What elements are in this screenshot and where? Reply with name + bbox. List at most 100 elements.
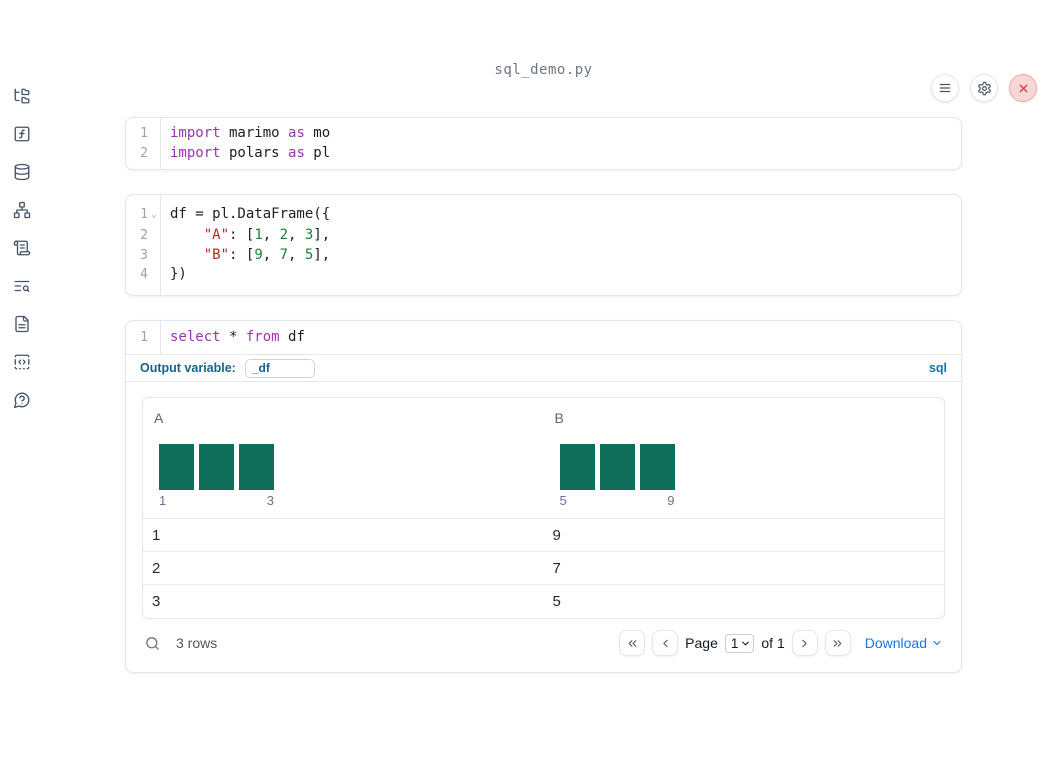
topbar-actions <box>931 74 1037 102</box>
folder-tree-icon <box>13 87 31 105</box>
sql-language-badge[interactable]: sql <box>929 361 947 375</box>
database-icon <box>13 163 31 181</box>
table-cell: 9 <box>552 526 561 544</box>
scroll-text-icon <box>13 239 31 257</box>
histogram-bar <box>559 444 595 490</box>
code-text: import polars as pl <box>170 144 331 161</box>
line-number: 1 <box>140 329 148 345</box>
page-select-value: 1 <box>730 635 739 651</box>
square-dashed-code-icon <box>13 353 31 371</box>
chevron-left-icon <box>659 637 672 650</box>
table-search-button[interactable] <box>144 635 161 652</box>
previous-page-button[interactable] <box>652 630 679 656</box>
page-label: Page <box>685 635 718 651</box>
code-line: 2 "A": [1, 2, 3], <box>126 226 961 246</box>
histogram-min-label: 5 <box>559 493 567 508</box>
column-label: A <box>154 410 164 426</box>
cell-dataframe: 1 ⌄ df = pl.DataFrame({2 "A": [1, 2, 3], 3 … <box>125 194 962 296</box>
text-search-icon <box>13 277 31 295</box>
table-cell: 7 <box>552 559 561 577</box>
cell-sql: 1 select * from df Output variable: sql A… <box>125 319 962 673</box>
code-text: "A": [1, 2, 3], <box>203 227 331 243</box>
line-number: 3 <box>140 247 148 263</box>
menu-icon <box>938 81 952 95</box>
column-label: B <box>554 410 564 426</box>
code-text: df = pl.DataFrame({ <box>170 206 331 222</box>
histogram-max-label: 3 <box>266 493 274 508</box>
sidebar-item-logs[interactable] <box>12 238 32 258</box>
shutdown-button[interactable] <box>1009 74 1037 102</box>
gear-icon <box>977 81 992 96</box>
code-line: 3 "B": [9, 7, 5], <box>126 246 961 266</box>
code-line: 4}) <box>126 265 961 285</box>
table-cell: 3 <box>152 593 161 610</box>
chevrons-left-icon <box>626 637 639 650</box>
output-variable-label: Output variable: <box>140 361 236 375</box>
code-text: }) <box>170 266 187 282</box>
table-footer: 3 rows Page 1 of 1 Download <box>142 625 945 661</box>
line-number: 1 <box>140 207 148 222</box>
notebook-menu-button[interactable] <box>931 74 959 102</box>
close-icon <box>1017 82 1030 95</box>
code-editor[interactable]: 1 ⌄ df = pl.DataFrame({2 "A": [1, 2, 3], 3 … <box>126 195 961 295</box>
code-text: import marimo as mo <box>170 125 331 141</box>
notebook-filename[interactable]: sql_demo.py <box>125 62 962 78</box>
sidebar-item-scratchpad[interactable] <box>12 314 32 334</box>
histogram-bar <box>639 444 675 490</box>
next-page-button[interactable] <box>791 630 818 656</box>
chevron-down-icon <box>931 637 943 649</box>
sidebar-item-dependency-graph[interactable] <box>12 200 32 220</box>
first-page-button[interactable] <box>619 630 646 656</box>
sidebar-item-snippets[interactable] <box>12 352 32 372</box>
code-line: 1 select * from df <box>126 328 961 348</box>
histogram-bar <box>599 444 635 490</box>
file-text-icon <box>13 315 31 333</box>
code-text: "B": [9, 7, 5], <box>203 246 331 263</box>
page-select[interactable]: 1 <box>724 633 755 653</box>
chevron-right-icon <box>798 637 811 650</box>
table-row: 2 7 <box>143 552 944 585</box>
line-number: 1 <box>140 126 148 141</box>
line-number: 4 <box>140 267 148 282</box>
column-histogram: 1 3 <box>159 444 274 508</box>
dataframe-table: A 1 3 B 5 9 1 9 2 7 3 5 <box>142 397 945 619</box>
sidebar-item-data-sources[interactable] <box>12 162 32 182</box>
line-number: 2 <box>140 228 148 243</box>
code-line: 2 import polars as pl <box>126 144 961 164</box>
code-line: 1 import marimo as mo <box>126 124 961 144</box>
column-header-b[interactable]: B 5 9 <box>544 398 945 518</box>
cell-output: A 1 3 B 5 9 1 9 2 7 3 5 3 rows Page 1 of… <box>126 381 961 672</box>
function-square-icon <box>13 125 31 143</box>
chevrons-right-icon <box>831 637 844 650</box>
sidebar <box>0 62 44 775</box>
row-count: 3 rows <box>176 635 218 651</box>
download-label: Download <box>864 635 927 651</box>
download-button[interactable]: Download <box>865 635 943 651</box>
sidebar-item-documentation-search[interactable] <box>12 276 32 296</box>
code-editor[interactable]: 1 import marimo as mo 2 import polars as pl <box>126 118 961 169</box>
sidebar-item-file-explorer[interactable] <box>12 86 32 106</box>
last-page-button[interactable] <box>824 630 851 656</box>
sidebar-item-help[interactable] <box>12 390 32 410</box>
output-variable-input[interactable] <box>244 358 315 378</box>
chevron-down-icon <box>740 638 751 649</box>
column-histogram: 5 9 <box>559 444 675 508</box>
network-icon <box>13 201 31 219</box>
table-cell: 5 <box>552 593 561 610</box>
fold-chevron-icon[interactable]: ⌄ <box>148 205 160 226</box>
search-icon <box>144 635 161 652</box>
notebook: sql_demo.py 1 import marimo as mo 2 import … <box>125 62 962 673</box>
cell-imports: 1 import marimo as mo 2 import polars as pl <box>125 117 962 170</box>
histogram-min-label: 1 <box>159 493 167 508</box>
code-line: 1 ⌄ df = pl.DataFrame({ <box>126 205 961 226</box>
table-cell: 2 <box>152 559 161 577</box>
code-text: select * from df <box>170 328 305 345</box>
histogram-bar <box>239 444 274 490</box>
settings-button[interactable] <box>970 74 998 102</box>
table-row: 3 5 <box>143 585 944 618</box>
sidebar-item-variables[interactable] <box>12 124 32 144</box>
column-header-a[interactable]: A 1 3 <box>143 398 544 518</box>
output-variable-row: Output variable: sql <box>126 354 961 381</box>
histogram-bar <box>199 444 234 490</box>
sql-code-editor[interactable]: 1 select * from df <box>126 320 961 355</box>
